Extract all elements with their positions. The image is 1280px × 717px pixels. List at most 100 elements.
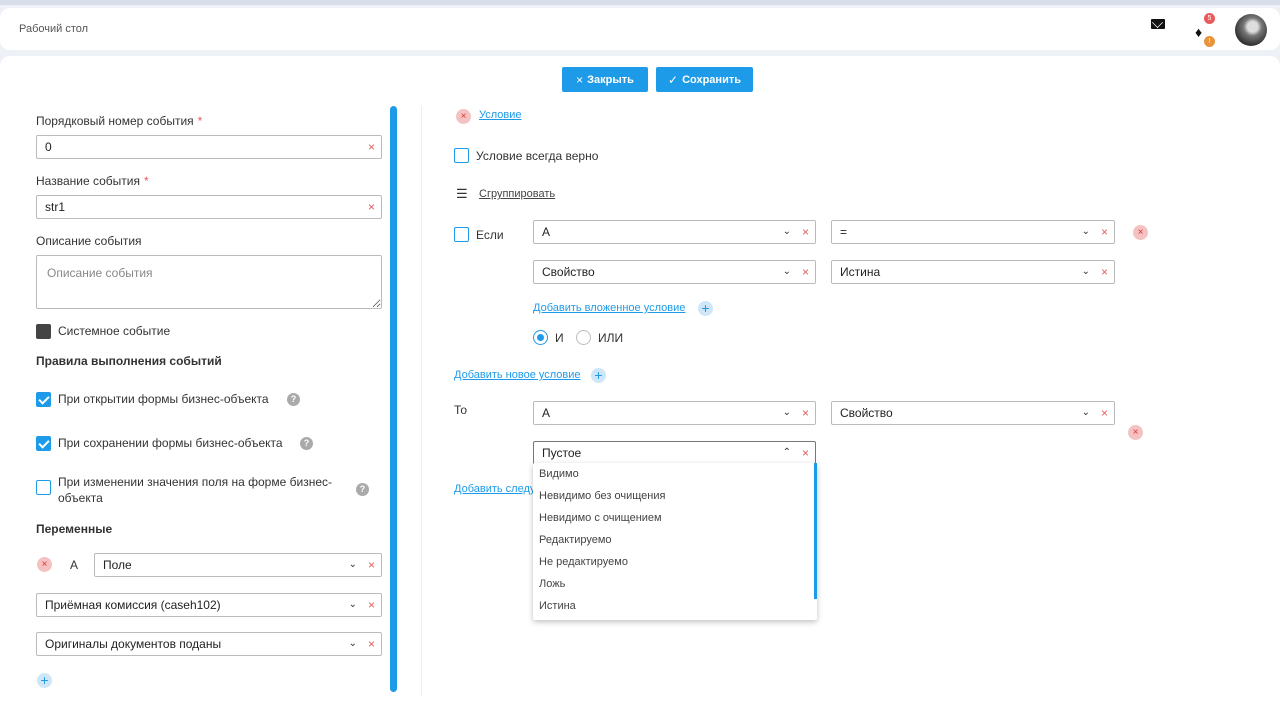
and-radio[interactable] bbox=[533, 330, 548, 345]
if-checkbox[interactable] bbox=[454, 227, 469, 242]
group-icon: ☰ bbox=[456, 186, 468, 201]
required-mark: * bbox=[143, 174, 149, 188]
chevron-down-icon[interactable]: ⌄ bbox=[1082, 221, 1090, 243]
rule-save-checkbox[interactable] bbox=[36, 436, 51, 451]
app-header: Рабочий стол bbox=[0, 8, 1280, 50]
check-icon: ✓ bbox=[668, 72, 679, 87]
clear-icon[interactable]: × bbox=[802, 442, 809, 464]
avatar[interactable] bbox=[1235, 14, 1267, 46]
system-event-label: Системное событие bbox=[58, 324, 171, 338]
column-divider bbox=[421, 106, 422, 696]
chevron-down-icon[interactable]: ⌄ bbox=[1082, 402, 1090, 424]
variable-type-value: Поле bbox=[103, 558, 132, 572]
rule-open-checkbox[interactable] bbox=[36, 392, 51, 407]
then-property-select[interactable]: Свойство ⌄ × bbox=[831, 401, 1115, 425]
mail-icon[interactable] bbox=[1151, 19, 1165, 29]
value-dropdown-menu: Видимо Невидимо без очищения Невидимо с … bbox=[533, 463, 817, 620]
if-left-select[interactable]: А ⌄ × bbox=[533, 220, 816, 244]
order-label: Порядковый номер события * bbox=[36, 114, 203, 128]
then-value-select[interactable]: Пустое ⌃ × bbox=[533, 441, 816, 465]
rule-open-label: При открытии формы бизнес-объекта bbox=[58, 392, 269, 406]
add-variable-button[interactable]: + bbox=[37, 673, 52, 688]
delete-if-row-icon[interactable]: × bbox=[1133, 225, 1148, 240]
dropdown-option[interactable]: Истина bbox=[533, 595, 817, 617]
bell-icon[interactable]: ♦ bbox=[1195, 25, 1202, 39]
dropdown-option[interactable]: Невидимо с очищением bbox=[533, 507, 817, 529]
delete-condition-icon[interactable]: × bbox=[456, 109, 471, 124]
chevron-down-icon[interactable]: ⌄ bbox=[783, 221, 791, 243]
clear-icon[interactable]: × bbox=[368, 594, 375, 616]
rules-heading: Правила выполнения событий bbox=[36, 354, 222, 368]
name-input[interactable]: str1 × bbox=[36, 195, 382, 219]
clear-icon[interactable]: × bbox=[368, 136, 375, 158]
save-button[interactable]: ✓ Сохранить bbox=[656, 67, 753, 92]
variables-heading: Переменные bbox=[36, 522, 113, 536]
attribute-value: Оригиналы документов поданы bbox=[45, 637, 222, 651]
system-event-checkbox[interactable] bbox=[36, 324, 51, 339]
dropdown-option[interactable]: Невидимо без очищения bbox=[533, 485, 817, 507]
dropdown-option[interactable]: Не редактируемо bbox=[533, 551, 817, 573]
if-label: Если bbox=[476, 228, 504, 242]
then-left-select[interactable]: А ⌄ × bbox=[533, 401, 816, 425]
help-icon[interactable]: ? bbox=[356, 483, 369, 496]
clear-icon[interactable]: × bbox=[368, 196, 375, 218]
add-nested-condition-link[interactable]: Добавить вложенное условие bbox=[533, 302, 685, 314]
add-new-condition-link[interactable]: Добавить новое условие bbox=[454, 369, 581, 381]
chevron-down-icon[interactable]: ⌄ bbox=[349, 594, 357, 616]
clear-icon[interactable]: × bbox=[368, 554, 375, 576]
always-true-label: Условие всегда верно bbox=[476, 149, 599, 163]
chevron-down-icon[interactable]: ⌄ bbox=[783, 402, 791, 424]
if-value-select[interactable]: Истина ⌄ × bbox=[831, 260, 1115, 284]
variable-type-select[interactable]: Поле ⌄ × bbox=[94, 553, 382, 577]
chevron-down-icon[interactable]: ⌄ bbox=[349, 554, 357, 576]
then-value-value: Пустое bbox=[542, 446, 582, 460]
chevron-down-icon[interactable]: ⌄ bbox=[349, 633, 357, 655]
add-next-link[interactable]: Добавить следующее bbox=[454, 483, 534, 495]
left-scrollbar[interactable] bbox=[390, 106, 397, 692]
if-property-select[interactable]: Свойство ⌄ × bbox=[533, 260, 816, 284]
and-label: И bbox=[555, 331, 564, 345]
then-label: То bbox=[454, 403, 468, 417]
desc-textarea[interactable] bbox=[36, 255, 382, 309]
clear-icon[interactable]: × bbox=[1101, 402, 1108, 424]
condition-link[interactable]: Условие bbox=[479, 109, 522, 121]
name-value: str1 bbox=[45, 200, 66, 214]
then-property-value: Свойство bbox=[840, 406, 893, 420]
clear-icon[interactable]: × bbox=[802, 221, 809, 243]
entity-select[interactable]: Приёмная комиссия (caseh102) ⌄ × bbox=[36, 593, 382, 617]
delete-then-row-icon[interactable]: × bbox=[1128, 425, 1143, 440]
clear-icon[interactable]: × bbox=[368, 633, 375, 655]
chevron-down-icon[interactable]: ⌄ bbox=[783, 261, 791, 283]
chevron-up-icon[interactable]: ⌃ bbox=[783, 442, 791, 464]
dropdown-option[interactable]: Ложь bbox=[533, 573, 817, 595]
if-left-value: А bbox=[542, 225, 551, 239]
breadcrumb-title[interactable]: Рабочий стол bbox=[19, 23, 88, 35]
dropdown-scrollbar[interactable] bbox=[814, 463, 817, 599]
help-icon[interactable]: ? bbox=[300, 437, 313, 450]
close-icon: × bbox=[576, 72, 584, 87]
help-icon[interactable]: ? bbox=[287, 393, 300, 406]
close-button[interactable]: × Закрыть bbox=[562, 67, 648, 92]
dropdown-option[interactable]: Редактируемо bbox=[533, 529, 817, 551]
or-radio[interactable] bbox=[576, 330, 591, 345]
always-true-checkbox[interactable] bbox=[454, 148, 469, 163]
clear-icon[interactable]: × bbox=[802, 402, 809, 424]
name-label: Название события * bbox=[36, 174, 149, 188]
clear-icon[interactable]: × bbox=[1101, 221, 1108, 243]
group-link[interactable]: Сгруппировать bbox=[479, 188, 555, 200]
add-nested-condition-button[interactable]: + bbox=[698, 301, 713, 316]
dropdown-option[interactable]: Видимо bbox=[533, 463, 817, 485]
add-new-condition-button[interactable]: + bbox=[591, 368, 606, 383]
if-property-value: Свойство bbox=[542, 265, 595, 279]
attribute-select[interactable]: Оригиналы документов поданы ⌄ × bbox=[36, 632, 382, 656]
order-input[interactable]: 0 × bbox=[36, 135, 382, 159]
clear-icon[interactable]: × bbox=[802, 261, 809, 283]
rule-change-checkbox[interactable] bbox=[36, 480, 51, 495]
desc-label: Описание события bbox=[36, 234, 142, 248]
clear-icon[interactable]: × bbox=[1101, 261, 1108, 283]
delete-variable-icon[interactable]: × bbox=[37, 557, 52, 572]
if-operator-select[interactable]: = ⌄ × bbox=[831, 220, 1115, 244]
chevron-down-icon[interactable]: ⌄ bbox=[1082, 261, 1090, 283]
rule-change-label-line1: При изменении значения поля на форме биз… bbox=[58, 475, 332, 489]
save-button-label: Сохранить bbox=[682, 73, 741, 86]
